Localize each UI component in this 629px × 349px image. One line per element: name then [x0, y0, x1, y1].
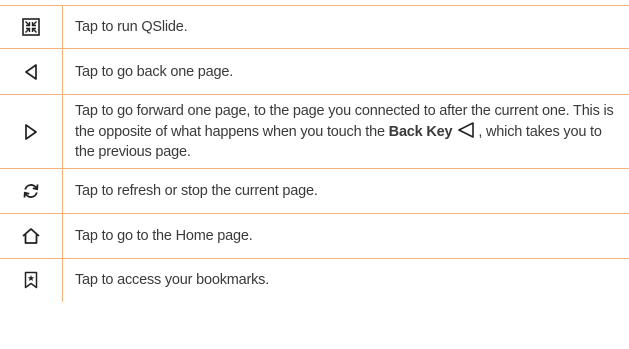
row-description: Tap to refresh or stop the current page. — [75, 183, 318, 199]
icon-cell — [0, 258, 63, 302]
table-row: Tap to go forward one page, to the page … — [0, 94, 629, 169]
qslide-icon — [22, 18, 40, 36]
table-row: Tap to refresh or stop the current page. — [0, 168, 629, 214]
icon-cell — [0, 213, 63, 259]
home-icon — [22, 228, 40, 244]
refresh-icon — [23, 184, 39, 198]
browser-controls-table: Tap to run QSlide. Tap to go back one pa… — [0, 5, 629, 302]
bookmark-icon — [24, 272, 38, 289]
icon-cell — [0, 5, 63, 49]
table-row: Tap to go to the Home page. — [0, 213, 629, 259]
forward-triangle-icon — [25, 123, 37, 140]
row-description: Tap to go to the Home page. — [75, 228, 253, 244]
row-description: Tap to access your bookmarks. — [75, 272, 270, 289]
back-triangle-icon — [25, 63, 37, 80]
row-description: Tap to run QSlide. — [75, 19, 188, 35]
icon-cell — [0, 94, 63, 169]
back-key-label: Back Key — [388, 124, 453, 140]
row-description: Tap to go forward one page, to the page … — [63, 95, 629, 169]
table-row: Tap to access your bookmarks. — [0, 258, 629, 302]
table-row: Tap to run QSlide. — [0, 5, 629, 49]
row-description: Tap to go back one page. — [75, 63, 234, 80]
icon-cell — [0, 48, 63, 95]
table-row: Tap to go back one page. — [0, 48, 629, 95]
icon-cell — [0, 168, 63, 214]
back-key-icon — [458, 122, 475, 138]
